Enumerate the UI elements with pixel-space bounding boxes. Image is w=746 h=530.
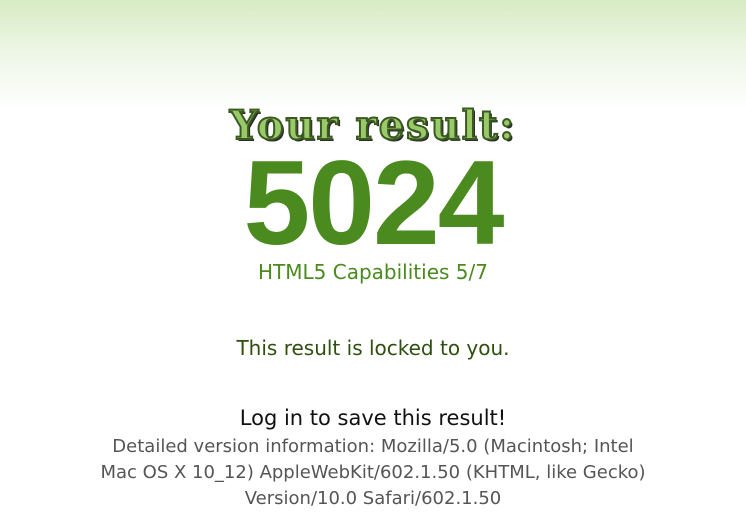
locked-message: This result is locked to you. bbox=[236, 336, 510, 360]
version-info: Detailed version information: Mozilla/5.… bbox=[100, 436, 646, 509]
capabilities-text: HTML5 Capabilities 5/7 bbox=[258, 260, 488, 284]
login-link[interactable]: Log in to save this result! bbox=[0, 406, 746, 430]
result-score: 5024 bbox=[243, 136, 505, 270]
